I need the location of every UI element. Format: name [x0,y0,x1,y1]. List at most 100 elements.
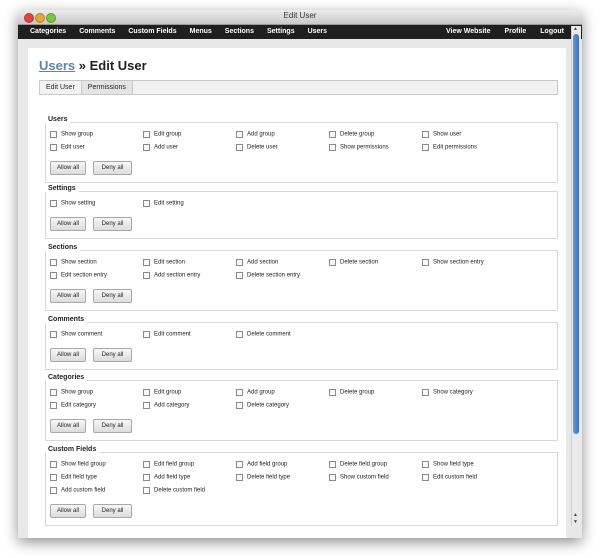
permission-checkbox[interactable] [143,389,150,396]
permission-option[interactable]: Add category [143,402,189,413]
nav-menus[interactable]: Menus [190,28,212,35]
permission-option[interactable]: Show field group [50,461,106,472]
permission-checkbox[interactable] [143,474,150,481]
scrollbar-thumb[interactable] [573,34,579,434]
permission-checkbox[interactable] [236,389,243,396]
permission-checkbox[interactable] [143,200,150,207]
permission-checkbox[interactable] [329,144,336,151]
permission-option[interactable]: Edit category [50,402,96,413]
deny-all-button[interactable]: Deny all [93,289,132,303]
allow-all-button[interactable]: Allow all [50,161,86,175]
permission-checkbox[interactable] [329,389,336,396]
allow-all-button[interactable]: Allow all [50,419,86,433]
permission-checkbox[interactable] [50,259,57,266]
permission-option[interactable]: Add custom field [50,487,105,498]
permission-option[interactable]: Show group [50,131,93,142]
permission-option[interactable]: Delete category [236,402,289,413]
permission-checkbox[interactable] [143,259,150,266]
permission-checkbox[interactable] [143,402,150,409]
permission-checkbox[interactable] [422,389,429,396]
nav-view-website[interactable]: View Website [446,28,490,35]
permission-option[interactable]: Show section entry [422,259,484,270]
permission-option[interactable]: Delete field type [236,474,290,485]
permission-checkbox[interactable] [329,259,336,266]
permission-checkbox[interactable] [329,131,336,138]
deny-all-button[interactable]: Deny all [93,419,132,433]
permission-option[interactable]: Delete user [236,144,278,155]
tab-permissions[interactable]: Permissions [81,81,133,94]
permission-checkbox[interactable] [50,131,57,138]
permission-checkbox[interactable] [143,461,150,468]
permission-checkbox[interactable] [422,144,429,151]
permission-option[interactable]: Show category [422,389,473,400]
nav-profile[interactable]: Profile [504,28,526,35]
permission-checkbox[interactable] [422,259,429,266]
permission-option[interactable]: Show section [50,259,97,270]
permission-option[interactable]: Add field type [143,474,190,485]
permission-option[interactable]: Add group [236,389,275,400]
allow-all-button[interactable]: Allow all [50,504,86,518]
permission-checkbox[interactable] [236,259,243,266]
permission-option[interactable]: Delete group [329,389,374,400]
permission-option[interactable]: Delete section entry [236,272,300,283]
allow-all-button[interactable]: Allow all [50,289,86,303]
permission-checkbox[interactable] [236,331,243,338]
permission-checkbox[interactable] [143,144,150,151]
permission-checkbox[interactable] [143,272,150,279]
permission-option[interactable]: Edit comment [143,331,191,342]
nav-sections[interactable]: Sections [225,28,254,35]
permission-option[interactable]: Edit section entry [50,272,107,283]
deny-all-button[interactable]: Deny all [93,161,132,175]
permission-option[interactable]: Add section [236,259,278,270]
nav-logout[interactable]: Logout [540,28,564,35]
permission-checkbox[interactable] [236,272,243,279]
nav-comments[interactable]: Comments [79,28,115,35]
permission-option[interactable]: Show user [422,131,461,142]
permission-checkbox[interactable] [236,144,243,151]
permission-option[interactable]: Show comment [50,331,102,342]
permission-option[interactable]: Edit section [143,259,185,270]
permission-checkbox[interactable] [143,331,150,338]
permission-checkbox[interactable] [236,402,243,409]
permission-checkbox[interactable] [143,131,150,138]
permission-checkbox[interactable] [422,131,429,138]
tab-edit-user[interactable]: Edit User [40,81,82,94]
permission-checkbox[interactable] [329,474,336,481]
permission-option[interactable]: Delete custom field [143,487,205,498]
nav-settings[interactable]: Settings [267,28,295,35]
permission-option[interactable]: Edit custom field [422,474,477,485]
nav-custom-fields[interactable]: Custom Fields [128,28,176,35]
permission-checkbox[interactable] [143,487,150,494]
permission-option[interactable]: Add user [143,144,178,155]
permission-option[interactable]: Delete section [329,259,378,270]
permission-option[interactable]: Edit setting [143,200,184,211]
permission-option[interactable]: Edit group [143,389,181,400]
permission-option[interactable]: Add section entry [143,272,200,283]
permission-checkbox[interactable] [329,461,336,468]
permission-option[interactable]: Show setting [50,200,95,211]
permission-option[interactable]: Show group [50,389,93,400]
permission-option[interactable]: Add field group [236,461,287,472]
permission-checkbox[interactable] [50,461,57,468]
permission-checkbox[interactable] [236,474,243,481]
permission-option[interactable]: Edit group [143,131,181,142]
permission-checkbox[interactable] [422,461,429,468]
permission-checkbox[interactable] [50,402,57,409]
nav-users[interactable]: Users [308,28,327,35]
permission-option[interactable]: Show permissions [329,144,389,155]
permission-option[interactable]: Add group [236,131,275,142]
permission-checkbox[interactable] [50,144,57,151]
scroll-up-icon[interactable]: ▲ [573,26,578,32]
permission-option[interactable]: Edit field group [143,461,194,472]
breadcrumb-users-link[interactable]: Users [39,58,75,73]
permission-checkbox[interactable] [236,131,243,138]
permission-option[interactable]: Delete comment [236,331,291,342]
deny-all-button[interactable]: Deny all [93,348,132,362]
permission-option[interactable]: Edit field type [50,474,97,485]
allow-all-button[interactable]: Allow all [50,217,86,231]
permission-checkbox[interactable] [50,331,57,338]
scroll-down-icon[interactable]: ▼ [573,519,578,525]
permission-option[interactable]: Edit user [50,144,85,155]
permission-checkbox[interactable] [50,474,57,481]
permission-checkbox[interactable] [50,200,57,207]
